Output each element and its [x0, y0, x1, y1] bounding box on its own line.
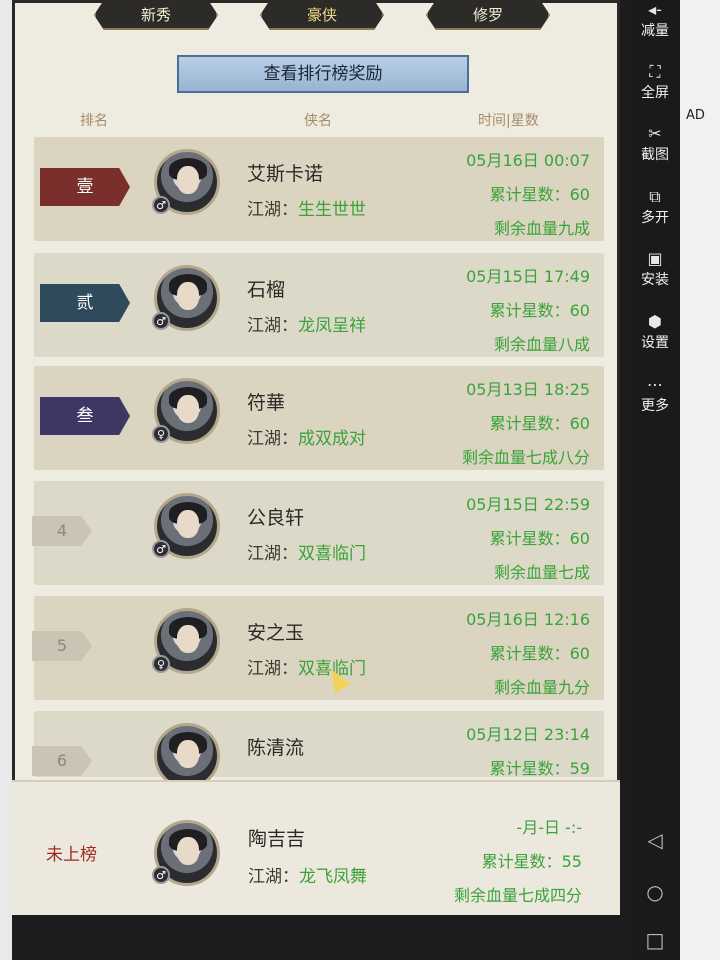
player-jianghu: 江湖：双喜临门: [247, 544, 366, 564]
volume-down-icon: ◂-: [648, 0, 662, 19]
toolbar-more[interactable]: ⋯ 更多: [630, 375, 680, 415]
ranking-row[interactable]: 叁 符華 05月13日 18:25 累计星数：60 ♀ 江湖：成双成对剩余血量七成八分: [34, 366, 604, 470]
toolbar-scissors[interactable]: ✂ 截图: [630, 124, 680, 164]
player-jianghu: 江湖：双喜临门: [247, 659, 366, 679]
fullscreen-icon: ⛶: [649, 62, 661, 81]
toolbar-label: 全屏: [641, 85, 669, 101]
player-name: 石榴: [247, 279, 286, 301]
toolbar-label: 更多: [641, 398, 669, 414]
female-icon: ♀: [152, 425, 170, 443]
more-icon: ⋯: [647, 375, 663, 394]
record-time: 05月16日 12:16: [466, 610, 590, 629]
my-name: 陶吉吉: [248, 828, 306, 850]
player-name: 艾斯卡诺: [247, 163, 324, 185]
player-name: 符華: [247, 392, 286, 414]
home-nav-icon[interactable]: ○: [642, 880, 668, 904]
record-time: 05月12日 23:14: [466, 725, 590, 744]
ranking-row[interactable]: 4 公良轩 05月15日 22:59 累计星数：60 ♂ 江湖：双喜临门剩余血量七成: [32, 481, 604, 585]
remaining-hp: 剩余血量七成八分: [461, 448, 590, 467]
star-count: 累计星数：60: [489, 185, 590, 204]
tab-asura[interactable]: 修罗: [426, 0, 550, 30]
ranking-row[interactable]: 5 安之玉 05月16日 12:16 累计星数：60 ♀ 江湖：双喜临门剩余血量九分: [32, 596, 604, 700]
player-jianghu: 江湖：成双成对: [247, 429, 366, 449]
toolbar-multi-open[interactable]: ⧉ 多开: [630, 187, 680, 227]
star-count: 累计星数：60: [489, 529, 590, 548]
my-hp: 剩余血量七成四分: [453, 886, 582, 905]
star-count: 累计星数：60: [489, 301, 590, 320]
tab-hero[interactable]: 豪侠: [260, 0, 384, 30]
remaining-hp: 剩余血量九分: [493, 678, 590, 697]
star-count: 累计星数：60: [489, 414, 590, 433]
remaining-hp: 剩余血量九成: [493, 219, 590, 238]
female-icon: ♀: [152, 655, 170, 673]
rank-number: 5: [32, 631, 92, 661]
left-desktop-strip: [0, 0, 12, 960]
player-jianghu: 江湖：龙凤呈祥: [247, 316, 366, 336]
star-count: 累计星数：59: [489, 759, 590, 778]
remaining-hp: 剩余血量八成: [493, 335, 590, 354]
emulator-toolbar: ◂- 减量 ⛶ 全屏 ✂ 截图 ⧉ 多开 ▣ 安装 ⬢ 设置 ⋯ 更多 ◁ ○ □: [630, 0, 680, 960]
toolbar-label: 安装: [641, 272, 669, 288]
rank-badge: 壹: [40, 168, 130, 206]
toolbar-label: 减量: [641, 23, 669, 39]
desktop-text: AD: [686, 108, 705, 123]
ranking-row[interactable]: 壹 艾斯卡诺 05月16日 00:07 累计星数：60 ♂ 江湖：生生世世剩余血量九成: [34, 137, 604, 241]
my-time: -月-日 -:-: [516, 818, 582, 837]
record-time: 05月16日 00:07: [466, 151, 590, 170]
toolbar-apk[interactable]: ▣ 安装: [630, 249, 680, 289]
toolbar-label: 截图: [641, 147, 669, 163]
rank-badge: 贰: [40, 284, 130, 322]
tab-rookie[interactable]: 新秀: [94, 0, 218, 30]
apk-icon: ▣: [647, 249, 663, 268]
ranking-row[interactable]: 6 陈清流 05月12日 23:14 累计星数：59: [32, 711, 604, 789]
column-header-hero: 侠名: [304, 113, 332, 129]
recents-nav-icon[interactable]: □: [642, 928, 668, 952]
toolbar-settings[interactable]: ⬢ 设置: [630, 312, 680, 352]
my-rank-row[interactable]: 未上榜 ♂ 陶吉吉 江湖：龙飞凤舞 -月-日 -:- 累计星数：55 剩余血量七…: [12, 780, 620, 915]
player-jianghu: 江湖：生生世世: [247, 200, 366, 220]
my-stars: 累计星数：55: [481, 852, 582, 871]
toolbar-fullscreen[interactable]: ⛶ 全屏: [630, 62, 680, 102]
player-name: 陈清流: [247, 737, 305, 759]
male-icon: ♂: [152, 866, 170, 884]
record-time: 05月13日 18:25: [466, 380, 590, 399]
right-desktop-strip: AD: [680, 0, 720, 960]
game-screen: 新秀 豪侠 修罗 查看排行榜奖励 排名 侠名 时间|星数 壹 艾斯卡诺 05月16日…: [12, 0, 620, 915]
record-time: 05月15日 17:49: [466, 267, 590, 286]
toolbar-label: 设置: [641, 335, 669, 351]
scissors-icon: ✂: [648, 124, 662, 143]
multi-open-icon: ⧉: [649, 187, 661, 206]
remaining-hp: 剩余血量七成: [493, 563, 590, 582]
male-icon: ♂: [152, 196, 170, 214]
male-icon: ♂: [152, 540, 170, 558]
record-time: 05月15日 22:59: [466, 495, 590, 514]
column-header-time-stars: 时间|星数: [478, 113, 539, 129]
column-header-rank: 排名: [80, 113, 108, 129]
view-rewards-button[interactable]: 查看排行榜奖励: [177, 55, 469, 93]
rank-badge: 叁: [40, 397, 130, 435]
star-count: 累计星数：60: [489, 644, 590, 663]
toolbar-label: 多开: [641, 210, 669, 226]
rank-number: 4: [32, 516, 92, 546]
player-name: 安之玉: [247, 622, 305, 644]
back-nav-icon[interactable]: ◁: [642, 828, 668, 852]
settings-icon: ⬢: [648, 312, 662, 331]
toolbar-volume-down[interactable]: ◂- 减量: [630, 0, 680, 40]
rank-number: 6: [32, 746, 92, 776]
player-name: 公良轩: [247, 507, 305, 529]
my-jianghu: 江湖：龙飞凤舞: [248, 867, 367, 887]
male-icon: ♂: [152, 312, 170, 330]
my-rank-label: 未上榜: [46, 845, 97, 865]
ranking-row[interactable]: 贰 石榴 05月15日 17:49 累计星数：60 ♂ 江湖：龙凤呈祥剩余血量八成: [34, 253, 604, 357]
